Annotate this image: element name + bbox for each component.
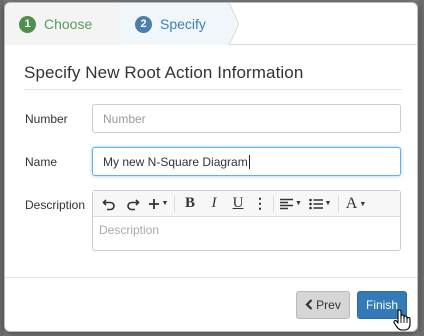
undo-icon[interactable]: [97, 193, 121, 215]
chevron-down-icon: ▼: [359, 199, 367, 208]
prev-button[interactable]: Prev: [296, 291, 350, 319]
font-color-icon[interactable]: A ▼: [342, 193, 370, 215]
modal-backdrop-right: [419, 0, 424, 336]
editor-toolbar: ▼ B I U ⋮ ▼ ▼ A ▼: [93, 191, 400, 217]
more-icon[interactable]: ⋮: [250, 193, 270, 215]
name-field[interactable]: My new N-Square Diagram: [92, 147, 401, 176]
new-root-action-dialog: 1 Choose 2 Specify Specify New Root Acti…: [4, 2, 418, 332]
step-specify[interactable]: 2 Specify: [117, 3, 227, 45]
footer-divider: [5, 277, 417, 278]
list-icon[interactable]: ▼: [305, 193, 335, 215]
dialog-title: Specify New Root Action Information: [24, 63, 304, 82]
chevron-down-icon: ▼: [295, 200, 302, 207]
number-placeholder: Number: [103, 111, 146, 126]
chevron-left-icon: [305, 298, 313, 313]
description-editor[interactable]: ▼ B I U ⋮ ▼ ▼ A ▼ Description: [92, 190, 401, 251]
toolbar-divider: [338, 194, 339, 213]
redo-icon[interactable]: [121, 193, 145, 215]
number-label: Number: [25, 112, 68, 126]
text-caret: [248, 154, 250, 169]
align-icon[interactable]: ▼: [277, 193, 305, 215]
step-separator-chevron: [225, 3, 239, 45]
step-label-choose: Choose: [44, 16, 93, 32]
name-label: Name: [25, 155, 58, 169]
step-choose[interactable]: 1 Choose: [5, 3, 117, 45]
toolbar-divider: [273, 194, 274, 213]
description-textarea[interactable]: Description: [93, 217, 400, 243]
toolbar-divider: [174, 194, 175, 213]
font-glyph: A: [345, 194, 358, 212]
title-divider: [24, 89, 402, 90]
italic-icon[interactable]: I: [202, 193, 226, 215]
wizard-steps: 1 Choose 2 Specify: [5, 3, 417, 45]
hand-pointer-icon: [393, 309, 411, 331]
bold-icon[interactable]: B: [178, 193, 202, 215]
underline-icon[interactable]: U: [226, 193, 250, 215]
number-field[interactable]: Number: [92, 104, 401, 133]
chevron-down-icon: ▼: [161, 200, 169, 207]
prev-button-label: Prev: [316, 298, 341, 312]
step-number-2: 2: [135, 15, 152, 33]
insert-icon[interactable]: ▼: [145, 193, 171, 215]
description-placeholder: Description: [99, 223, 160, 237]
step-number-1: 1: [19, 15, 36, 33]
description-label: Description: [25, 198, 86, 212]
name-value: My new N-Square Diagram: [103, 154, 248, 169]
step-label-specify: Specify: [160, 16, 206, 32]
chevron-down-icon: ▼: [324, 200, 332, 207]
